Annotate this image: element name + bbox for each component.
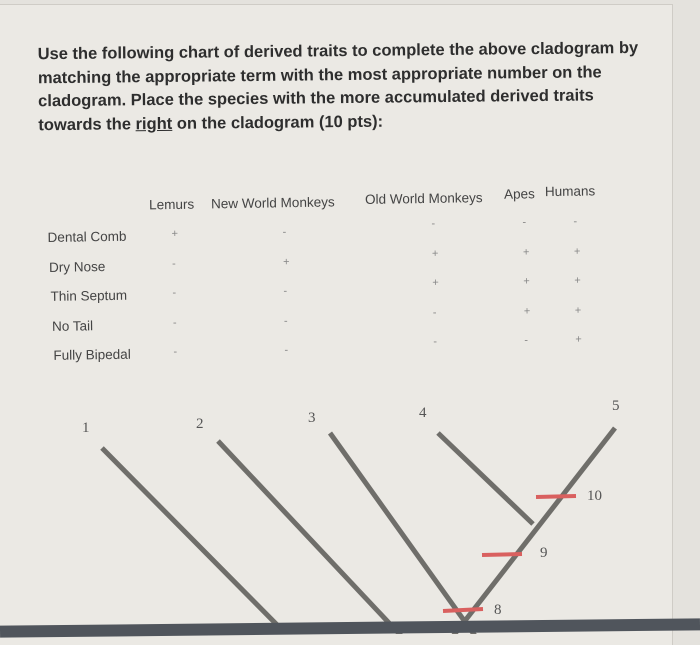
label-8: 8 (494, 602, 502, 618)
node-marker-9 (481, 552, 523, 557)
label-5: 5 (612, 398, 620, 414)
label-9: 9 (540, 545, 548, 561)
branch-2 (216, 439, 403, 634)
label-2: 2 (196, 416, 204, 432)
trunk (451, 426, 617, 634)
node-marker-8 (442, 607, 484, 613)
branch-4 (436, 431, 535, 526)
branch-3 (327, 431, 477, 634)
label-4: 4 (419, 405, 427, 421)
branch-1 (100, 446, 290, 634)
label-1: 1 (82, 420, 90, 436)
label-3: 3 (308, 410, 316, 426)
node-marker-10 (535, 494, 577, 499)
label-10: 10 (587, 488, 602, 504)
cladogram (100, 426, 617, 634)
